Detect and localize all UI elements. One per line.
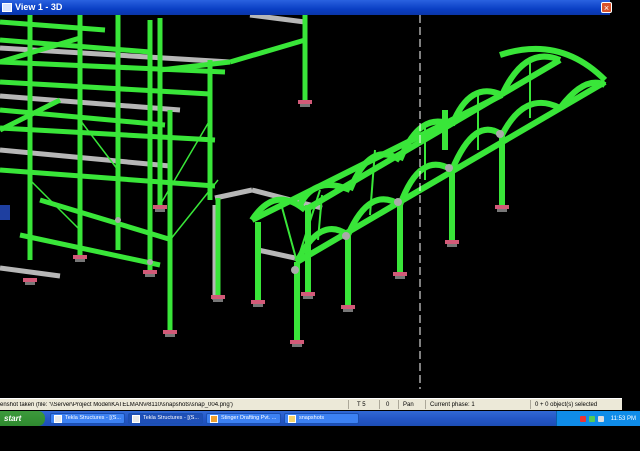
status-phase: Current phase: 1: [430, 401, 475, 408]
tray-icon[interactable]: [579, 415, 586, 422]
structural-model-render: [0, 15, 608, 389]
start-button[interactable]: start: [0, 411, 45, 426]
taskbar-item[interactable]: Tekla Structures - [(S...: [50, 413, 125, 424]
clock: 11:53 PM: [610, 415, 636, 422]
taskbar-item[interactable]: Stinger Drafting Pvt. ...: [206, 413, 281, 424]
close-button[interactable]: ×: [601, 2, 612, 13]
blue-member: [0, 205, 10, 220]
status-selected: 0 + 0 object(s) selected: [535, 401, 598, 408]
taskbar-item-label: Tekla Structures - [(S...: [143, 415, 199, 421]
browser-icon: [210, 414, 218, 423]
taskbar-item[interactable]: Tekla Structures - [(S...: [128, 413, 203, 424]
network-icon[interactable]: [588, 415, 595, 422]
view-icon: [2, 3, 12, 12]
screen-bottom: [0, 426, 640, 451]
taskbar-item-label: snapshots: [299, 415, 325, 421]
status-message: enshot taken (file: '\\Server\Project Mo…: [0, 401, 233, 408]
tekla-icon: [54, 414, 62, 423]
view-title: View 1 - 3D: [15, 2, 63, 12]
status-pan: Pan: [403, 401, 414, 408]
viewport-titlebar: View 1 - 3D: [0, 0, 610, 15]
folder-icon: [288, 414, 296, 423]
base-plates: [23, 100, 509, 347]
status-zero: 0: [386, 401, 390, 408]
taskbar-item-label: Stinger Drafting Pvt. ...: [221, 415, 277, 421]
taskbar: start Tekla Structures - [(S... Tekla St…: [0, 411, 640, 426]
model-viewport-3d[interactable]: [0, 15, 612, 389]
system-tray: 11:53 PM: [556, 411, 640, 426]
taskbar-item-label: Tekla Structures - [(S...: [65, 415, 121, 421]
window-border: [612, 0, 640, 400]
status-bar: enshot taken (file: '\\Server\Project Mo…: [0, 398, 622, 410]
tekla-icon: [132, 414, 140, 423]
status-ts: T 5: [357, 401, 366, 408]
volume-icon[interactable]: [597, 415, 604, 422]
taskbar-item[interactable]: snapshots: [284, 413, 359, 424]
